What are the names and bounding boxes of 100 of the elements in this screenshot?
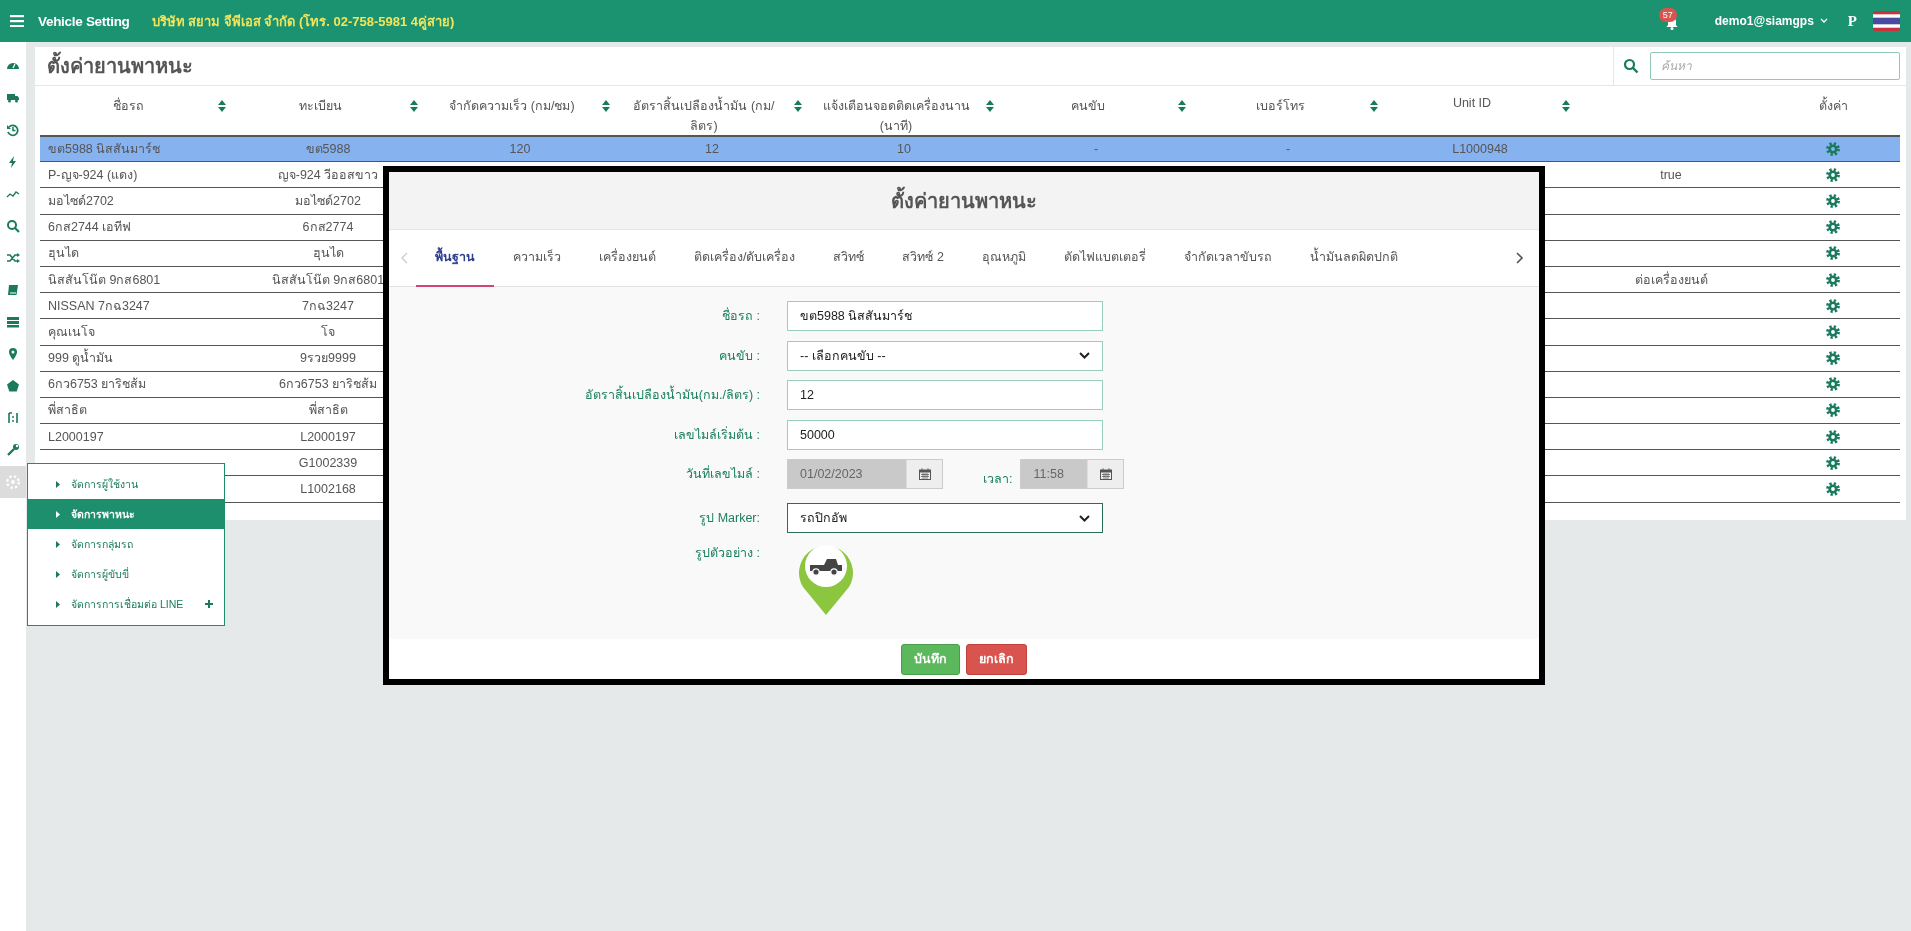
table-cell-text: คุณเนโจ [48, 323, 95, 342]
table-cell: G1002339 [298, 455, 358, 470]
dialog-title: ตั้งค่ายานพาหนะ [891, 184, 1037, 217]
page-title: ตั้งค่ายานพาหนะ [35, 50, 1613, 82]
caret-right-icon [56, 480, 60, 488]
pentagon-icon [6, 379, 20, 393]
menu-icon[interactable] [10, 15, 24, 27]
search-icon [6, 219, 20, 233]
caret-right-icon [56, 570, 60, 578]
sort-icon[interactable] [1178, 100, 1186, 112]
caret-right-icon [56, 600, 60, 608]
sort-icon[interactable] [794, 100, 802, 112]
table-cell-text: พี่สาธิต [48, 400, 87, 420]
table-cell-text: นิสสันโน๊ต 9กส6801 [271, 271, 385, 289]
table-cell-text: ญจ-924 วีออสขาว [277, 166, 379, 184]
truck-icon [6, 91, 20, 105]
book-icon [6, 283, 20, 297]
cancel-button[interactable]: ยกเลิก [966, 643, 1027, 675]
menu-item[interactable]: จัดการกลุ่มรถ [28, 529, 224, 559]
table-cell: L2000197 [48, 429, 104, 444]
table-cell-text: มอไซด์2702 [295, 192, 361, 210]
field-label: เวลา: [983, 471, 1013, 488]
shuffle-icon [6, 251, 20, 265]
column-header[interactable]: ทะเบียน [238, 96, 402, 116]
history-icon [6, 123, 20, 137]
caret-right-icon [56, 510, 60, 518]
tab[interactable]: เครื่องยนต์ [580, 229, 675, 287]
sort-icon[interactable] [410, 100, 418, 112]
menu-item[interactable]: จัดการผู้ขับขี่ [28, 559, 224, 589]
select-field[interactable]: -- เลือกคนขับ -- [787, 340, 1103, 371]
column-header[interactable]: ชื่อรถ [46, 96, 210, 116]
table-cell: L1000948 [1452, 142, 1508, 157]
select-field[interactable]: รถปิกอัพ [787, 503, 1103, 533]
column-header[interactable]: คนขับ [1006, 96, 1170, 116]
sort-icon[interactable] [602, 100, 610, 112]
table-cell-text: มอไซด์2702 [48, 192, 114, 210]
tab[interactable]: ตัดไฟแบตเตอรี่ [1044, 229, 1165, 287]
menu-item[interactable]: จัดการการเชื่อมต่อ LINE [28, 589, 224, 619]
map-pin-icon [6, 347, 20, 361]
flag-icon[interactable] [1873, 11, 1900, 31]
sort-icon[interactable] [1562, 100, 1570, 112]
wrench-icon [6, 443, 20, 457]
notification-badge: 57 [1658, 8, 1677, 22]
app-title: Vehicle Setting [38, 13, 130, 29]
text-field[interactable]: ขต5988 นิสสันมาร์ช [787, 301, 1103, 331]
chevron-right-icon[interactable] [1516, 252, 1523, 264]
table-cell-text: 6กว6753 ยาริชส้ม [48, 376, 147, 394]
menu-item[interactable]: จัดการพาหนะ [28, 499, 224, 529]
table-cell-text: พี่สาธิต [308, 400, 348, 420]
table-cell: L2000197 [300, 429, 356, 444]
table-cell: 999 ดูน้ำมัน [48, 348, 114, 369]
table-cell-text: P-ญจ-924 (แดง) [48, 166, 138, 184]
table-cell-text: ขต5988 [305, 141, 351, 159]
table-cell-text: 7กฉ3247 [302, 297, 354, 315]
sort-icon[interactable] [986, 100, 994, 112]
tab[interactable]: สวิทซ์ [814, 229, 884, 287]
field-label: รูปตัวอย่าง : [694, 544, 760, 563]
search-icon[interactable] [1623, 58, 1639, 74]
tab[interactable]: อุณหภูมิ [962, 229, 1045, 287]
chevron-down-icon[interactable] [1819, 18, 1828, 24]
column-header[interactable]: จำกัดความเร็ว (กม/ชม) [430, 96, 594, 116]
tab[interactable]: น้ำมันลดผิดปกติ [1290, 229, 1417, 287]
table-cell-text: 6กส2744 เอทีฟ [48, 219, 132, 237]
table-cell-text: 9รวย9999 [300, 350, 356, 368]
tab[interactable]: จำกัดเวลาขับรถ [1164, 229, 1291, 287]
column-header[interactable]: เบอร์โทร [1198, 96, 1362, 116]
field-label: อัตราสิ้นเปลืองน้ำมัน(กม./ลิตร) : [389, 385, 760, 405]
field-label: เลขไมล์เริ่มต้น : [673, 425, 760, 444]
sort-icon[interactable] [218, 100, 226, 112]
menu-item[interactable]: จัดการผู้ใช้งาน [28, 469, 224, 499]
table-cell-text: ต่อเครื่องยนต์ [1634, 270, 1708, 289]
text-field[interactable]: 50000 [787, 419, 1103, 450]
tab[interactable]: ติดเครื่อง/ดับเครื่อง [675, 229, 815, 287]
tab[interactable]: ความเร็ว [494, 229, 580, 287]
search-field[interactable]: ค้นหา [1650, 52, 1900, 80]
caret-right-icon [56, 540, 60, 548]
table-cell-text: ฮุนได [312, 245, 344, 263]
table-row[interactable]: ขต5988 นิสสันมาร์ช ขต5988 120 12 10 - - L1000948 [40, 136, 1900, 163]
column-header[interactable]: Unit ID [1390, 96, 1554, 110]
field-label: รูป Marker: [698, 510, 760, 528]
user-initial[interactable]: P [1847, 12, 1857, 30]
table-cell-text: ขต5988 นิสสันมาร์ช [48, 141, 161, 159]
column-header: ตั้งค่า [1772, 96, 1894, 116]
field-label: คนขับ : [718, 347, 760, 365]
field-label: วันที่เลขไมล์ : [685, 464, 760, 483]
chevron-down-icon [1079, 352, 1090, 359]
field-label: ชื่อรถ : [721, 306, 760, 325]
column-header[interactable]: อัตราสิ้นเปลืองน้ำมัน (กม/ลิตร) [622, 96, 786, 136]
table-cell-text: ฮุนได [48, 245, 79, 263]
user-menu[interactable]: demo1@siamgps [1714, 14, 1814, 28]
table-cell-text: 6กว6753 ยาริชส้ม [278, 376, 378, 394]
table-cell: 10 [897, 142, 911, 157]
table-cell: 12 [705, 142, 719, 157]
column-header[interactable]: แจ้งเตือนจอดติดเครื่องนาน (นาที) [814, 96, 978, 136]
text-field[interactable]: 12 [787, 380, 1103, 410]
table-cell-text: NISSAN 7กฉ3247 [48, 297, 150, 315]
table-cell: - [1093, 142, 1099, 157]
plus-icon[interactable] [205, 600, 213, 608]
sort-icon[interactable] [1370, 100, 1378, 112]
tab[interactable]: สวิทซ์ 2 [883, 229, 963, 287]
